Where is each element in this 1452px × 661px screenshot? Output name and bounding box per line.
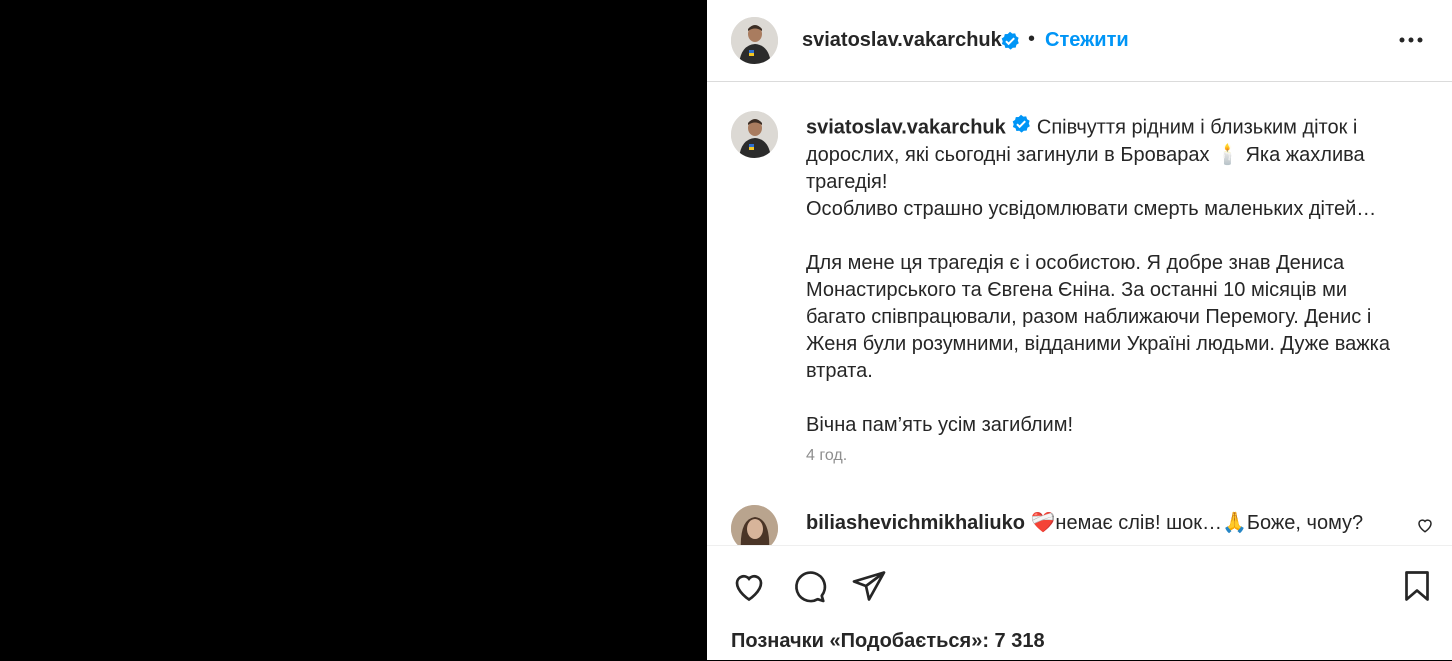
- caption-text-3: Для мене ця трагедія є і особистою. Я до…: [806, 252, 1390, 382]
- caption-username[interactable]: sviatoslav.vakarchuk: [806, 116, 1006, 138]
- post-caption: sviatoslav.vakarchuk Співчуття рідним і …: [806, 114, 1406, 439]
- caption-text-4: Вічна пам’ять усім загиблим!: [806, 414, 1074, 436]
- commenter-avatar[interactable]: [731, 505, 778, 545]
- comment-text: ❤️‍🩹немає слів! шок…🙏Боже, чому?: [1024, 512, 1364, 534]
- post-media[interactable]: [0, 0, 707, 660]
- bookmark-icon[interactable]: [1399, 568, 1435, 609]
- caption-text-2: Особливо страшно усвідомлювати смерть ма…: [806, 198, 1377, 220]
- follow-button[interactable]: Стежити: [1045, 29, 1129, 52]
- like-heart-icon[interactable]: [731, 568, 767, 609]
- author-username[interactable]: sviatoslav.vakarchuk: [802, 29, 1002, 52]
- comment-username[interactable]: biliashevichmikhaliuko: [806, 512, 1025, 534]
- avatar[interactable]: [731, 17, 778, 64]
- caption-avatar[interactable]: [731, 111, 778, 158]
- post-header: sviatoslav.vakarchuk • Стежити: [707, 0, 1452, 82]
- comment-text-line: biliashevichmikhaliuko ❤️‍🩹немає слів! ш…: [806, 510, 1363, 535]
- more-icon[interactable]: [1393, 28, 1429, 52]
- comment-bubble-icon[interactable]: [791, 568, 827, 609]
- post-timestamp[interactable]: 4 год.: [806, 447, 847, 465]
- verified-badge-icon: [1011, 114, 1031, 142]
- comment-like-icon[interactable]: [1416, 516, 1434, 539]
- share-send-icon[interactable]: [851, 568, 887, 609]
- likes-count[interactable]: Позначки «Подобається»: 7 318: [731, 630, 1045, 653]
- verified-badge-icon: [1000, 31, 1020, 56]
- post-side-panel: sviatoslav.vakarchuk • Стежити sviatosla…: [707, 0, 1452, 660]
- action-bar: Позначки «Подобається»: 7 318: [707, 545, 1452, 661]
- comments-area[interactable]: sviatoslav.vakarchuk Співчуття рідним і …: [707, 83, 1452, 545]
- separator-dot: •: [1028, 28, 1036, 50]
